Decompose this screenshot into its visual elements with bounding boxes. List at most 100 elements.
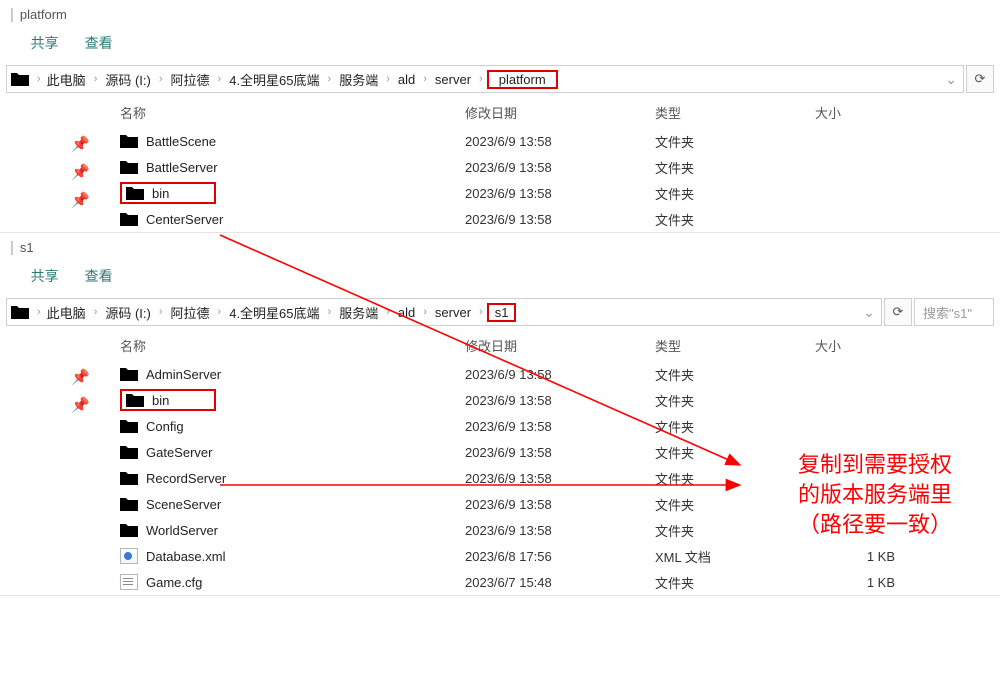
chevron-right-icon[interactable]: › bbox=[326, 306, 334, 318]
crumb-server[interactable]: server bbox=[431, 70, 475, 89]
chevron-right-icon[interactable]: › bbox=[92, 73, 100, 85]
pin-icon[interactable]: 📌 bbox=[71, 191, 90, 209]
folder-icon bbox=[120, 522, 138, 538]
file-list: 名称 修改日期 类型 大小 BattleScene2023/6/9 13:58文… bbox=[100, 97, 1000, 232]
chevron-right-icon[interactable]: › bbox=[157, 306, 165, 318]
crumb-ald[interactable]: ald bbox=[394, 70, 419, 89]
file-size: 1 KB bbox=[815, 549, 915, 564]
chevron-right-icon[interactable]: › bbox=[421, 306, 429, 318]
refresh-button[interactable]: ⟳ bbox=[966, 65, 994, 93]
pin-icon[interactable]: 📌 bbox=[71, 135, 90, 153]
address-bar[interactable]: › 此电脑› 源码 (I:)› 阿拉德› 4.全明星65底端› 服务端› ald… bbox=[6, 65, 964, 93]
folder-icon bbox=[120, 159, 138, 175]
cfg-file-icon bbox=[120, 574, 138, 590]
file-date: 2023/6/9 13:58 bbox=[465, 212, 655, 227]
chevron-right-icon[interactable]: › bbox=[216, 73, 224, 85]
chevron-down-icon[interactable]: ⌄ bbox=[861, 304, 877, 321]
chevron-right-icon[interactable]: › bbox=[477, 73, 485, 85]
file-type: 文件夹 bbox=[655, 521, 815, 540]
crumb-ver[interactable]: 4.全明星65底端 bbox=[225, 301, 323, 324]
pin-icon[interactable]: 📌 bbox=[71, 368, 90, 386]
crumb-server[interactable]: server bbox=[431, 303, 475, 322]
table-row[interactable]: AdminServer2023/6/9 13:58文件夹 bbox=[100, 361, 1000, 387]
crumb-srv[interactable]: 服务端 bbox=[335, 301, 382, 324]
crumb-srv[interactable]: 服务端 bbox=[335, 68, 382, 91]
crumb-alade[interactable]: 阿拉德 bbox=[167, 68, 214, 91]
tab-view[interactable]: 查看 bbox=[85, 33, 113, 53]
file-name: bin bbox=[152, 393, 169, 408]
pin-icon[interactable]: 📌 bbox=[71, 163, 90, 181]
chevron-right-icon[interactable]: › bbox=[384, 306, 392, 318]
folder-icon bbox=[126, 392, 144, 408]
file-name: RecordServer bbox=[146, 471, 226, 486]
chevron-right-icon[interactable]: › bbox=[35, 73, 43, 85]
table-row[interactable]: BattleServer2023/6/9 13:58文件夹 bbox=[100, 154, 1000, 180]
tab-view[interactable]: 查看 bbox=[85, 266, 113, 286]
table-row[interactable]: GateServer2023/6/9 13:58文件夹 bbox=[100, 439, 1000, 465]
file-name: bin bbox=[152, 186, 169, 201]
crumb-pc[interactable]: 此电脑 bbox=[43, 301, 90, 324]
table-row[interactable]: SceneServer2023/6/9 13:58文件夹 bbox=[100, 491, 1000, 517]
col-type[interactable]: 类型 bbox=[655, 103, 815, 122]
search-input[interactable]: 搜索"s1" bbox=[914, 298, 994, 326]
table-row[interactable]: bin 2023/6/9 13:58文件夹 bbox=[100, 180, 1000, 206]
folder-icon bbox=[11, 71, 29, 87]
file-date: 2023/6/9 13:58 bbox=[465, 471, 655, 486]
file-name: Game.cfg bbox=[146, 575, 202, 590]
chevron-right-icon[interactable]: › bbox=[477, 306, 485, 318]
tab-share[interactable]: 共享 bbox=[31, 266, 59, 286]
chevron-right-icon[interactable]: › bbox=[326, 73, 334, 85]
file-date: 2023/6/9 13:58 bbox=[465, 186, 655, 201]
col-size[interactable]: 大小 bbox=[815, 336, 915, 355]
table-row[interactable]: Config2023/6/9 13:58文件夹 bbox=[100, 413, 1000, 439]
table-row[interactable]: Database.xml2023/6/8 17:56XML 文档1 KB bbox=[100, 543, 1000, 569]
address-bar[interactable]: › 此电脑› 源码 (I:)› 阿拉德› 4.全明星65底端› 服务端› ald… bbox=[6, 298, 882, 326]
col-size[interactable]: 大小 bbox=[815, 103, 915, 122]
crumb-drive[interactable]: 源码 (I:) bbox=[101, 68, 155, 91]
tab-share[interactable]: 共享 bbox=[31, 33, 59, 53]
file-type: 文件夹 bbox=[655, 184, 815, 203]
chevron-right-icon[interactable]: › bbox=[421, 73, 429, 85]
table-row[interactable]: CenterServer2023/6/9 13:58文件夹 bbox=[100, 206, 1000, 232]
chevron-right-icon[interactable]: › bbox=[384, 73, 392, 85]
chevron-right-icon[interactable]: › bbox=[35, 306, 43, 318]
col-type[interactable]: 类型 bbox=[655, 336, 815, 355]
address-bar-row: › 此电脑› 源码 (I:)› 阿拉德› 4.全明星65底端› 服务端› ald… bbox=[0, 294, 1000, 330]
xml-file-icon bbox=[120, 548, 138, 564]
crumb-drive[interactable]: 源码 (I:) bbox=[101, 301, 155, 324]
table-row[interactable]: RecordServer 2023/6/9 13:58文件夹 bbox=[100, 465, 1000, 491]
crumb-s1[interactable]: s1 bbox=[487, 303, 517, 322]
col-date[interactable]: 修改日期 bbox=[465, 336, 655, 355]
folder-icon bbox=[120, 133, 138, 149]
table-row[interactable]: bin2023/6/9 13:58文件夹 bbox=[100, 387, 1000, 413]
col-date[interactable]: 修改日期 bbox=[465, 103, 655, 122]
col-name[interactable]: 名称 bbox=[120, 336, 465, 355]
file-type: 文件夹 bbox=[655, 417, 815, 436]
titlebar: | s1 bbox=[0, 233, 1000, 262]
chevron-right-icon[interactable]: › bbox=[157, 73, 165, 85]
table-row[interactable]: WorldServer2023/6/9 13:58文件夹 bbox=[100, 517, 1000, 543]
chevron-right-icon[interactable]: › bbox=[216, 306, 224, 318]
file-date: 2023/6/8 17:56 bbox=[465, 549, 655, 564]
crumb-platform[interactable]: platform bbox=[487, 70, 558, 89]
crumb-ver[interactable]: 4.全明星65底端 bbox=[225, 68, 323, 91]
window-title: platform bbox=[20, 7, 67, 22]
file-type: XML 文档 bbox=[655, 547, 815, 566]
file-date: 2023/6/9 13:58 bbox=[465, 497, 655, 512]
file-name: WorldServer bbox=[146, 523, 218, 538]
file-type: 文件夹 bbox=[655, 391, 815, 410]
table-row[interactable]: Game.cfg2023/6/7 15:48文件夹1 KB bbox=[100, 569, 1000, 595]
crumb-alade[interactable]: 阿拉德 bbox=[167, 301, 214, 324]
col-name[interactable]: 名称 bbox=[120, 103, 465, 122]
crumb-ald[interactable]: ald bbox=[394, 303, 419, 322]
table-row[interactable]: BattleScene2023/6/9 13:58文件夹 bbox=[100, 128, 1000, 154]
refresh-button[interactable]: ⟳ bbox=[884, 298, 912, 326]
pin-icon[interactable]: 📌 bbox=[71, 396, 90, 414]
ribbon-tabs: - 共享 查看 bbox=[0, 29, 1000, 61]
chevron-right-icon[interactable]: › bbox=[92, 306, 100, 318]
file-type: 文件夹 bbox=[655, 469, 815, 488]
file-list-area: 📌 📌 名称 修改日期 类型 大小 AdminServer2023/6/9 13… bbox=[0, 330, 1000, 595]
chevron-down-icon[interactable]: ⌄ bbox=[943, 71, 959, 88]
column-headers: 名称 修改日期 类型 大小 bbox=[100, 330, 1000, 361]
crumb-pc[interactable]: 此电脑 bbox=[43, 68, 90, 91]
